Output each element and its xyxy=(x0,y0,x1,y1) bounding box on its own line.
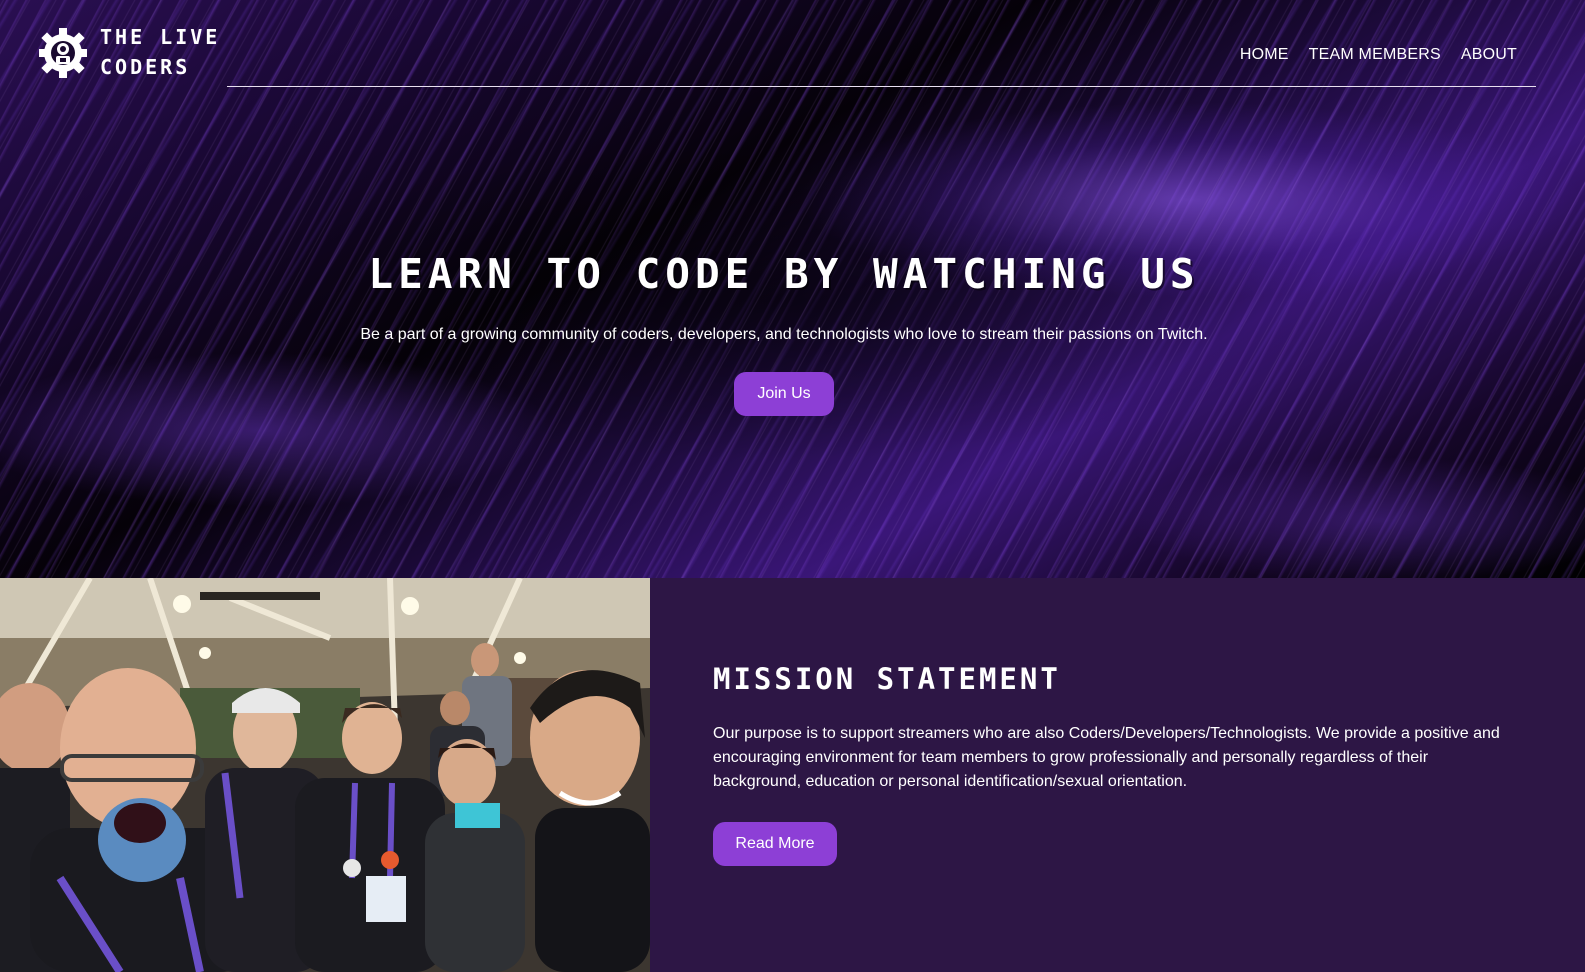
logo-line-2: CODERS xyxy=(100,55,191,79)
site-logo[interactable]: THE LIVE CODERS xyxy=(36,22,220,82)
read-more-button[interactable]: Read More xyxy=(713,822,837,866)
hero-subtitle: Be a part of a growing community of code… xyxy=(360,326,1208,343)
logo-text: THE LIVE CODERS xyxy=(100,22,220,82)
nav-about[interactable]: ABOUT xyxy=(1461,46,1517,64)
hero-content: LEARN TO CODE BY WATCHING US Be a part o… xyxy=(0,250,1568,416)
hero-title: LEARN TO CODE BY WATCHING US xyxy=(368,250,1200,298)
nav-home[interactable]: HOME xyxy=(1240,46,1289,64)
main-nav: HOME TEAM MEMBERS ABOUT xyxy=(1240,46,1517,64)
logo-line-1: THE LIVE xyxy=(100,25,221,49)
mission-title: MISSION STATEMENT xyxy=(713,662,1061,696)
hero-section: THE LIVE CODERS HOME TEAM MEMBERS ABOUT … xyxy=(0,0,1585,578)
join-us-button[interactable]: Join Us xyxy=(734,372,834,416)
mission-section: MISSION STATEMENT Our purpose is to supp… xyxy=(0,578,1585,972)
gear-robot-icon xyxy=(39,28,87,78)
header-divider xyxy=(227,86,1536,87)
nav-team-members[interactable]: TEAM MEMBERS xyxy=(1309,46,1441,64)
mission-content: MISSION STATEMENT Our purpose is to supp… xyxy=(713,662,1513,866)
team-photo xyxy=(0,578,650,972)
mission-text: Our purpose is to support streamers who … xyxy=(713,725,1500,790)
